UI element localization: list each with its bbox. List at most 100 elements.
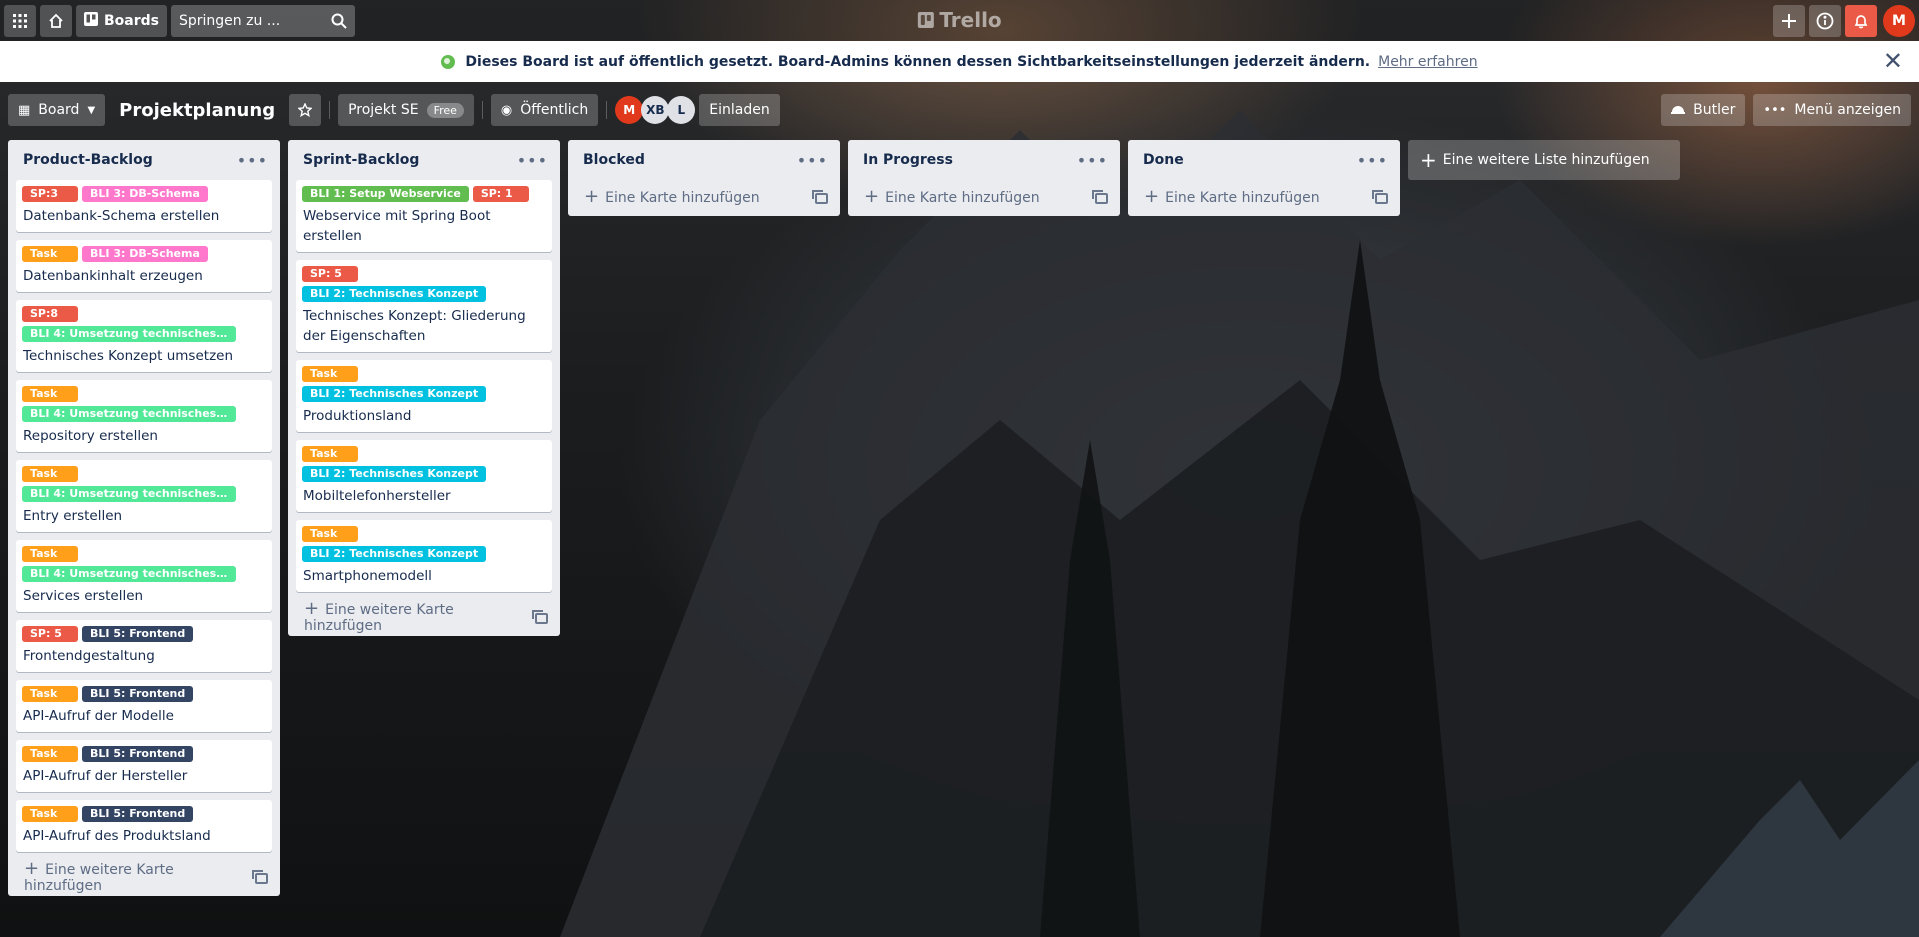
add-card-button[interactable]: + Eine weitere Karte hinzufügen xyxy=(16,860,272,896)
card-label[interactable]: Task xyxy=(22,806,78,822)
card[interactable]: Task BLI 2: Technisches Konzept Mobiltelef… xyxy=(296,440,552,512)
list-title[interactable]: Sprint-Backlog xyxy=(303,152,419,168)
card-label[interactable]: BLI 5: Frontend xyxy=(82,626,194,642)
card[interactable]: SP:3 BLI 3: DB-Schema Datenbank-Schema ers… xyxy=(16,180,272,232)
info-button[interactable] xyxy=(1809,4,1841,37)
card-label[interactable]: Task xyxy=(22,466,78,482)
add-list-button[interactable]: + Eine weitere Liste hinzufügen xyxy=(1408,140,1680,180)
board-title[interactable]: Projektplanung xyxy=(119,100,275,121)
card-label[interactable]: Task xyxy=(22,686,78,702)
list-menu-icon[interactable]: ••• xyxy=(1357,151,1388,170)
card-label[interactable]: BLI 2: Technisches Konzept xyxy=(302,546,487,562)
card[interactable]: SP: 5 BLI 5: Frontend Frontendgestaltung xyxy=(16,620,272,672)
card-label[interactable]: Task xyxy=(22,746,78,762)
list-menu-icon[interactable]: ••• xyxy=(517,151,548,170)
list-title[interactable]: Blocked xyxy=(583,152,645,168)
user-avatar[interactable]: M xyxy=(1883,4,1915,37)
card-label[interactable]: Task xyxy=(302,366,358,382)
card-template-icon[interactable] xyxy=(812,189,828,204)
list-title[interactable]: In Progress xyxy=(863,152,953,168)
card[interactable]: Task BLI 4: Umsetzung technisches Ko... En… xyxy=(16,460,272,532)
list-menu-icon[interactable]: ••• xyxy=(237,151,268,170)
search-input[interactable] xyxy=(179,12,319,29)
card-template-icon[interactable] xyxy=(1372,189,1388,204)
list-blocked[interactable]: Blocked ••• + Eine Karte hinzufügen xyxy=(568,140,840,216)
list-header[interactable]: Sprint-Backlog ••• xyxy=(296,140,552,180)
invite-button[interactable]: Einladen xyxy=(699,94,780,126)
learn-more-link[interactable]: Mehr erfahren xyxy=(1378,54,1477,70)
card-template-icon[interactable] xyxy=(252,869,268,884)
list-in-progress[interactable]: In Progress ••• + Eine Karte hinzufügen xyxy=(848,140,1120,216)
card-template-icon[interactable] xyxy=(532,609,548,624)
card[interactable]: Task BLI 4: Umsetzung technisches Ko... Re… xyxy=(16,380,272,452)
add-card-button[interactable]: + Eine weitere Karte hinzufügen xyxy=(296,600,552,636)
card[interactable]: Task BLI 5: Frontend API-Aufruf der Herste… xyxy=(16,740,272,792)
card-label[interactable]: BLI 3: DB-Schema xyxy=(82,186,208,202)
show-menu-button[interactable]: ••• Menü anzeigen xyxy=(1753,94,1911,126)
card-label[interactable]: BLI 2: Technisches Konzept xyxy=(302,386,487,402)
card-label[interactable]: Task xyxy=(22,386,78,402)
card-label[interactable]: Task xyxy=(22,246,78,262)
team-button[interactable]: Projekt SE Free xyxy=(338,94,474,126)
list-sprint-backlog[interactable]: Sprint-Backlog ••• BLI 1: Setup Webservice… xyxy=(288,140,560,636)
notifications-button[interactable] xyxy=(1845,4,1877,37)
card[interactable]: SP:8 BLI 4: Umsetzung technisches Ko... Te… xyxy=(16,300,272,372)
trello-logo[interactable]: Trello xyxy=(917,8,1002,32)
card-label[interactable]: BLI 4: Umsetzung technisches Ko... xyxy=(22,326,236,342)
card-label[interactable]: BLI 5: Frontend xyxy=(82,746,194,762)
card-label[interactable]: BLI 4: Umsetzung technisches Ko... xyxy=(22,486,236,502)
add-card-button[interactable]: + Eine Karte hinzufügen xyxy=(1136,180,1392,216)
list-header[interactable]: Blocked ••• xyxy=(576,140,832,180)
card[interactable]: Task BLI 2: Technisches Konzept Smartphone… xyxy=(296,520,552,592)
card-label[interactable]: SP: 1 xyxy=(472,186,529,202)
card-label[interactable]: BLI 5: Frontend xyxy=(82,686,194,702)
card[interactable]: Task BLI 3: DB-Schema Datenbankinhalt erze… xyxy=(16,240,272,292)
butler-button[interactable]: Butler xyxy=(1661,94,1746,126)
home-button[interactable] xyxy=(40,4,72,37)
list-menu-icon[interactable]: ••• xyxy=(1077,151,1108,170)
visibility-button[interactable]: ◉ Öffentlich xyxy=(490,94,599,126)
card-template-icon[interactable] xyxy=(1092,189,1108,204)
card-label[interactable]: SP: 5 xyxy=(302,266,358,282)
card-label[interactable]: BLI 4: Umsetzung technisches Ko... xyxy=(22,566,236,582)
search-icon[interactable] xyxy=(331,13,347,29)
close-icon[interactable]: ✕ xyxy=(1883,49,1903,73)
search-box[interactable] xyxy=(171,4,355,37)
list-header[interactable]: Done ••• xyxy=(1136,140,1392,180)
card[interactable]: Task BLI 5: Frontend API-Aufruf der Modell… xyxy=(16,680,272,732)
list-header[interactable]: In Progress ••• xyxy=(856,140,1112,180)
card-label[interactable]: Task xyxy=(302,526,358,542)
star-button[interactable] xyxy=(289,94,322,126)
member-avatar[interactable]: L xyxy=(667,96,696,124)
card[interactable]: Task BLI 4: Umsetzung technisches Ko... Se… xyxy=(16,540,272,612)
card-label[interactable]: Task xyxy=(22,546,78,562)
boards-button[interactable]: Boards xyxy=(76,4,167,37)
card-label[interactable]: BLI 4: Umsetzung technisches Ko... xyxy=(22,406,236,422)
card-label[interactable]: BLI 2: Technisches Konzept xyxy=(302,286,487,302)
card-label[interactable]: BLI 3: DB-Schema xyxy=(82,246,208,262)
add-card-button[interactable]: + Eine Karte hinzufügen xyxy=(856,180,1112,216)
card[interactable]: SP: 5 BLI 2: Technisches Konzept Technisch… xyxy=(296,260,552,352)
card-label[interactable]: BLI 1: Setup Webservice xyxy=(302,186,469,202)
member-avatar[interactable]: M xyxy=(615,96,644,124)
member-avatar[interactable]: XB xyxy=(641,96,670,124)
card-label[interactable]: Task xyxy=(302,446,358,462)
card-label[interactable]: SP: 5 xyxy=(22,626,78,642)
card[interactable]: Task BLI 2: Technisches Konzept Produktion… xyxy=(296,360,552,432)
card-label[interactable]: SP:8 xyxy=(22,306,78,322)
add-card-button[interactable]: + Eine Karte hinzufügen xyxy=(576,180,832,216)
list-menu-icon[interactable]: ••• xyxy=(797,151,828,170)
list-product-backlog[interactable]: Product-Backlog ••• SP:3 BLI 3: DB-Schema Da… xyxy=(8,140,280,896)
board-view-switcher[interactable]: ▦ Board ▼ xyxy=(8,94,106,126)
list-title[interactable]: Done xyxy=(1143,152,1184,168)
apps-grid-button[interactable] xyxy=(4,4,36,37)
list-header[interactable]: Product-Backlog ••• xyxy=(16,140,272,180)
list-title[interactable]: Product-Backlog xyxy=(23,152,153,168)
card[interactable]: Task BLI 5: Frontend API-Aufruf des Produk… xyxy=(16,800,272,852)
card-label[interactable]: BLI 5: Frontend xyxy=(82,806,194,822)
card-label[interactable]: BLI 2: Technisches Konzept xyxy=(302,466,487,482)
card[interactable]: BLI 1: Setup Webservice SP: 1 Webservice m… xyxy=(296,180,552,252)
card-label[interactable]: SP:3 xyxy=(22,186,78,202)
create-button[interactable] xyxy=(1773,4,1805,37)
list-done[interactable]: Done ••• + Eine Karte hinzufügen xyxy=(1128,140,1400,216)
